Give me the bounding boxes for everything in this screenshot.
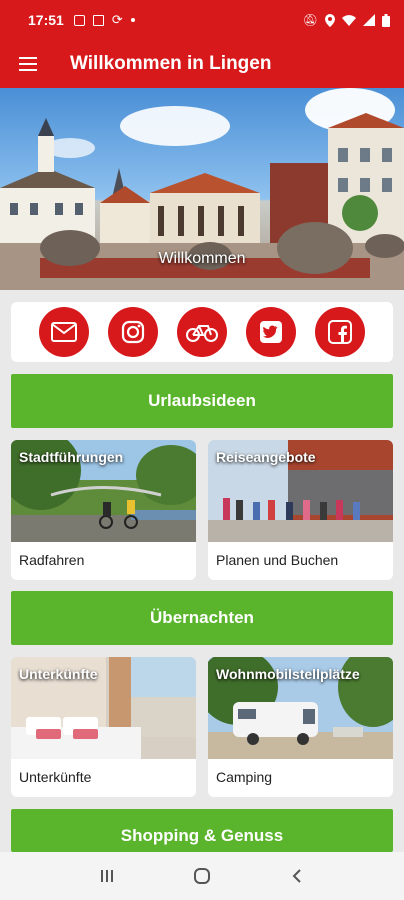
sync-icon: ⟳ (111, 12, 123, 27)
facebook-icon (328, 320, 353, 344)
twitter-icon (260, 321, 283, 343)
card-label: Camping (216, 769, 273, 785)
recent-apps-button[interactable] (87, 856, 127, 896)
mail-icon (50, 322, 77, 342)
card-overlay-title: Wohnmobilstellplätze (216, 666, 360, 682)
bike-button[interactable] (176, 307, 227, 357)
section-button-uebernachten[interactable]: Übernachten (11, 591, 393, 645)
status-time: 17:51 (28, 12, 64, 28)
back-icon (292, 869, 301, 883)
back-button[interactable] (277, 856, 317, 896)
card-label: Planen und Buchen (216, 552, 339, 568)
facebook-button[interactable] (315, 307, 366, 357)
card-overlay-title: Stadtführungen (19, 449, 124, 465)
signal-icon (363, 14, 375, 26)
image-icon (73, 14, 85, 26)
menu-button[interactable] (0, 40, 56, 88)
hero-caption: Willkommen (158, 250, 246, 267)
dot-icon (130, 18, 135, 22)
app-bar: Willkommen in Lingen (0, 40, 404, 88)
instagram-icon (121, 320, 144, 344)
system-nav-bar (0, 852, 404, 900)
hero-banner[interactable]: Willkommen (0, 88, 404, 290)
card-radfahren[interactable]: Stadtführungen Radfahren (11, 440, 196, 580)
sim-icon (92, 14, 104, 26)
wifi-icon (342, 15, 356, 26)
status-bar: 17:51 ⟳ 🔕︎ (0, 0, 404, 40)
twitter-button[interactable] (246, 307, 297, 357)
card-label: Unterkünfte (19, 769, 92, 785)
instagram-button[interactable] (107, 307, 158, 357)
card-camping[interactable]: Wohnmobilstellplätze Camping (208, 657, 393, 797)
card-overlay-title: Reiseangebote (216, 449, 316, 465)
mute-icon: 🔕︎ (302, 13, 318, 27)
mail-button[interactable] (38, 307, 89, 357)
battery-icon (382, 13, 390, 27)
section-button-shopping-genuss[interactable]: Shopping & Genuss (11, 809, 393, 852)
section-button-urlaubsideen[interactable]: Urlaubsideen (11, 374, 393, 428)
app-title: Willkommen in Lingen (70, 53, 272, 74)
card-planen-und-buchen[interactable]: Reiseangebote Planen und Buchen (208, 440, 393, 580)
social-links (11, 302, 393, 362)
home-button[interactable] (182, 856, 222, 896)
bike-icon (185, 325, 218, 342)
home-icon (193, 868, 210, 884)
card-unterkuenfte[interactable]: Unterkünfte Unterkünfte (11, 657, 196, 797)
card-label: Radfahren (19, 552, 85, 568)
card-overlay-title: Unterkünfte (19, 666, 98, 682)
recent-apps-icon (101, 870, 114, 882)
menu-icon (19, 57, 37, 71)
location-icon (325, 13, 335, 27)
